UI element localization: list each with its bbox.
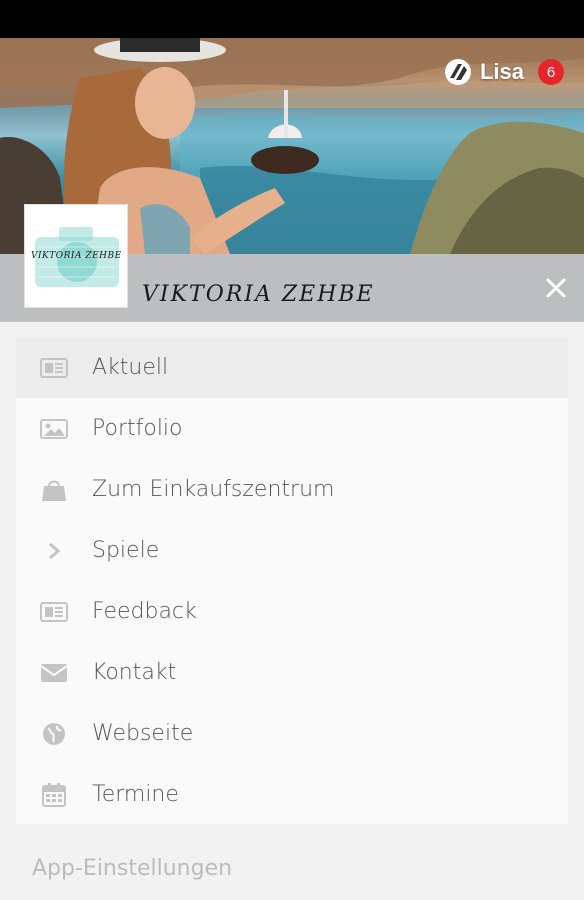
menu-label: Spiele: [92, 538, 160, 563]
chevron-right-icon: [40, 539, 68, 563]
menu-item-portfolio[interactable]: Portfolio: [16, 398, 568, 459]
logo-text: VIKTORIA ZEHBE: [31, 251, 122, 261]
newspaper-icon: [40, 600, 68, 624]
navigation-menu: Aktuell Portfolio Zum Einkaufszentrum Sp…: [16, 337, 568, 824]
menu-item-webseite[interactable]: Webseite: [16, 703, 568, 764]
calendar-icon: [40, 782, 68, 807]
menu-item-aktuell[interactable]: Aktuell: [16, 337, 568, 398]
image-icon: [40, 417, 68, 441]
notification-badge[interactable]: 6: [538, 59, 564, 85]
brand-logo: VIKTORIA ZEHBE: [24, 204, 128, 308]
lisa-logo-icon: [444, 59, 471, 85]
app-settings-link[interactable]: App-Einstellungen: [32, 856, 232, 881]
newspaper-icon: [40, 356, 68, 380]
menu-label: Aktuell: [92, 355, 169, 380]
menu-label: Zum Einkaufszentrum: [92, 477, 335, 502]
globe-icon: [40, 722, 68, 746]
menu-label: Termine: [92, 782, 179, 807]
menu-item-zum-einkaufszentrum[interactable]: Zum Einkaufszentrum: [16, 459, 568, 520]
menu-label: Portfolio: [92, 416, 183, 441]
menu-item-kontakt[interactable]: Kontakt: [16, 642, 568, 703]
menu-label: Kontakt: [92, 660, 177, 685]
envelope-icon: [40, 661, 68, 685]
menu-label: Webseite: [92, 721, 194, 746]
menu-item-termine[interactable]: Termine: [16, 764, 568, 825]
shopping-bag-icon: [40, 478, 68, 502]
status-bar: [0, 0, 584, 38]
menu-item-feedback[interactable]: Feedback: [16, 581, 568, 642]
menu-label: Feedback: [92, 599, 197, 624]
user-name: Lisa: [479, 59, 524, 84]
menu-item-spiele[interactable]: Spiele: [16, 520, 568, 581]
close-icon[interactable]: [544, 276, 568, 300]
brand-name: VIKTORIA ZEHBE: [142, 282, 375, 307]
user-account[interactable]: Lisa 6: [444, 58, 564, 86]
